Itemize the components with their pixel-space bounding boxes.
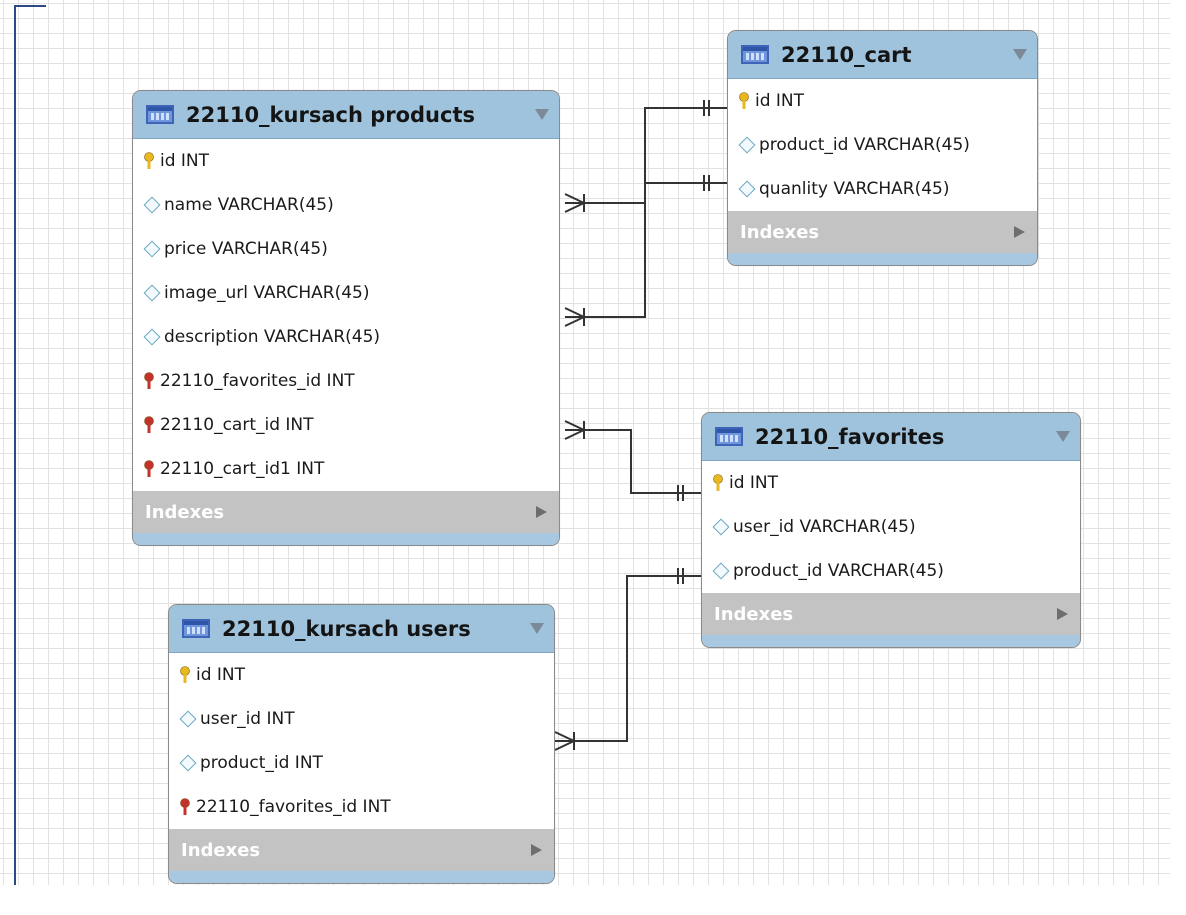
column-label: id INT	[196, 665, 246, 685]
foreign-key-icon	[144, 416, 154, 433]
column-list: id INT product_id VARCHAR(45) quanlity VAR…	[728, 79, 1037, 211]
column-label: id INT	[755, 91, 805, 111]
diamond-icon	[738, 136, 756, 154]
table-footer	[702, 635, 1080, 647]
key-icon	[180, 666, 190, 683]
column-label: user_id VARCHAR(45)	[733, 517, 916, 537]
table-header[interactable]: 22110_favorites	[702, 413, 1080, 461]
column-row[interactable]: 22110_cart_id INT	[133, 403, 559, 447]
dropdown-arrow-icon[interactable]	[1056, 431, 1070, 442]
diamond-icon	[143, 240, 161, 258]
column-label: user_id INT	[200, 709, 295, 729]
column-label: id INT	[160, 151, 210, 171]
relationship-line	[565, 429, 701, 494]
column-row[interactable]: product_id VARCHAR(45)	[728, 123, 1037, 167]
column-label: 22110_favorites_id INT	[160, 371, 355, 391]
column-label: 22110_favorites_id INT	[196, 797, 391, 817]
column-row[interactable]: user_id VARCHAR(45)	[702, 505, 1080, 549]
expand-arrow-icon[interactable]	[1014, 226, 1025, 238]
expand-arrow-icon[interactable]	[531, 844, 542, 856]
foreign-key-icon	[180, 798, 190, 815]
table-title: 22110_cart	[781, 42, 912, 67]
indexes-section[interactable]: Indexes	[728, 211, 1037, 253]
column-label: 22110_cart_id1 INT	[160, 459, 325, 479]
column-row[interactable]: id INT	[133, 139, 559, 183]
column-row[interactable]: user_id INT	[169, 697, 554, 741]
indexes-label: Indexes	[181, 839, 261, 861]
table-title: 22110_kursach products	[186, 102, 475, 127]
column-label: name VARCHAR(45)	[164, 195, 334, 215]
key-icon	[739, 92, 749, 109]
table-favorites[interactable]: 22110_favorites id INT user_id VARCHAR(45…	[701, 412, 1081, 648]
foreign-key-icon	[144, 460, 154, 477]
indexes-label: Indexes	[145, 501, 225, 523]
column-list: id INT name VARCHAR(45) price VARCHAR(45) i…	[133, 139, 559, 491]
relationship-line	[555, 575, 701, 742]
column-row[interactable]: name VARCHAR(45)	[133, 183, 559, 227]
table-icon	[741, 45, 769, 64]
table-icon	[146, 105, 174, 124]
canvas-edge-right	[1170, 0, 1186, 915]
column-label: id INT	[729, 473, 779, 493]
expand-arrow-icon[interactable]	[536, 506, 547, 518]
column-row[interactable]: product_id INT	[169, 741, 554, 785]
diamond-icon	[179, 710, 197, 728]
table-header[interactable]: 22110_kursach users	[169, 605, 554, 653]
table-users[interactable]: 22110_kursach users id INT user_id INT pro…	[168, 604, 555, 884]
dropdown-arrow-icon[interactable]	[530, 623, 544, 634]
diamond-icon	[712, 518, 730, 536]
column-label: product_id VARCHAR(45)	[759, 135, 970, 155]
column-list: id INT user_id INT product_id INT 22110_fav…	[169, 653, 554, 829]
table-footer	[133, 533, 559, 545]
column-row[interactable]: quanlity VARCHAR(45)	[728, 167, 1037, 211]
column-row[interactable]: 22110_favorites_id INT	[169, 785, 554, 829]
column-label: image_url VARCHAR(45)	[164, 283, 370, 303]
diamond-icon	[143, 284, 161, 302]
column-list: id INT user_id VARCHAR(45) product_id VARC…	[702, 461, 1080, 593]
indexes-section[interactable]: Indexes	[169, 829, 554, 871]
column-label: price VARCHAR(45)	[164, 239, 328, 259]
column-row[interactable]: description VARCHAR(45)	[133, 315, 559, 359]
column-label: product_id VARCHAR(45)	[733, 561, 944, 581]
column-row[interactable]: 22110_favorites_id INT	[133, 359, 559, 403]
table-title: 22110_favorites	[755, 424, 945, 449]
column-label: product_id INT	[200, 753, 323, 773]
diamond-icon	[143, 196, 161, 214]
table-footer	[728, 253, 1037, 265]
foreign-key-icon	[144, 372, 154, 389]
table-cart[interactable]: 22110_cart id INT product_id VARCHAR(45) q…	[727, 30, 1038, 266]
diamond-icon	[143, 328, 161, 346]
column-row[interactable]: id INT	[728, 79, 1037, 123]
table-footer	[169, 871, 554, 883]
diamond-icon	[712, 562, 730, 580]
column-row[interactable]: price VARCHAR(45)	[133, 227, 559, 271]
indexes-section[interactable]: Indexes	[133, 491, 559, 533]
table-header[interactable]: 22110_cart	[728, 31, 1037, 79]
column-row[interactable]: image_url VARCHAR(45)	[133, 271, 559, 315]
dropdown-arrow-icon[interactable]	[1013, 49, 1027, 60]
table-icon	[182, 619, 210, 638]
diamond-icon	[738, 180, 756, 198]
key-icon	[144, 152, 154, 169]
column-label: description VARCHAR(45)	[164, 327, 381, 347]
key-icon	[713, 474, 723, 491]
table-header[interactable]: 22110_kursach products	[133, 91, 559, 139]
indexes-section[interactable]: Indexes	[702, 593, 1080, 635]
dropdown-arrow-icon[interactable]	[535, 109, 549, 120]
column-row[interactable]: id INT	[169, 653, 554, 697]
column-row[interactable]: 22110_cart_id1 INT	[133, 447, 559, 491]
column-label: quanlity VARCHAR(45)	[759, 179, 950, 199]
diamond-icon	[179, 754, 197, 772]
column-row[interactable]: product_id VARCHAR(45)	[702, 549, 1080, 593]
indexes-label: Indexes	[740, 221, 820, 243]
table-icon	[715, 427, 743, 446]
table-title: 22110_kursach users	[222, 616, 471, 641]
expand-arrow-icon[interactable]	[1057, 608, 1068, 620]
table-products[interactable]: 22110_kursach products id INT name VARCHA…	[132, 90, 560, 546]
diagram-canvas: 22110_kursach products id INT name VARCHA…	[0, 0, 1186, 915]
indexes-label: Indexes	[714, 603, 794, 625]
column-label: 22110_cart_id INT	[160, 415, 314, 435]
canvas-edge-bottom	[0, 885, 1186, 915]
column-row[interactable]: id INT	[702, 461, 1080, 505]
